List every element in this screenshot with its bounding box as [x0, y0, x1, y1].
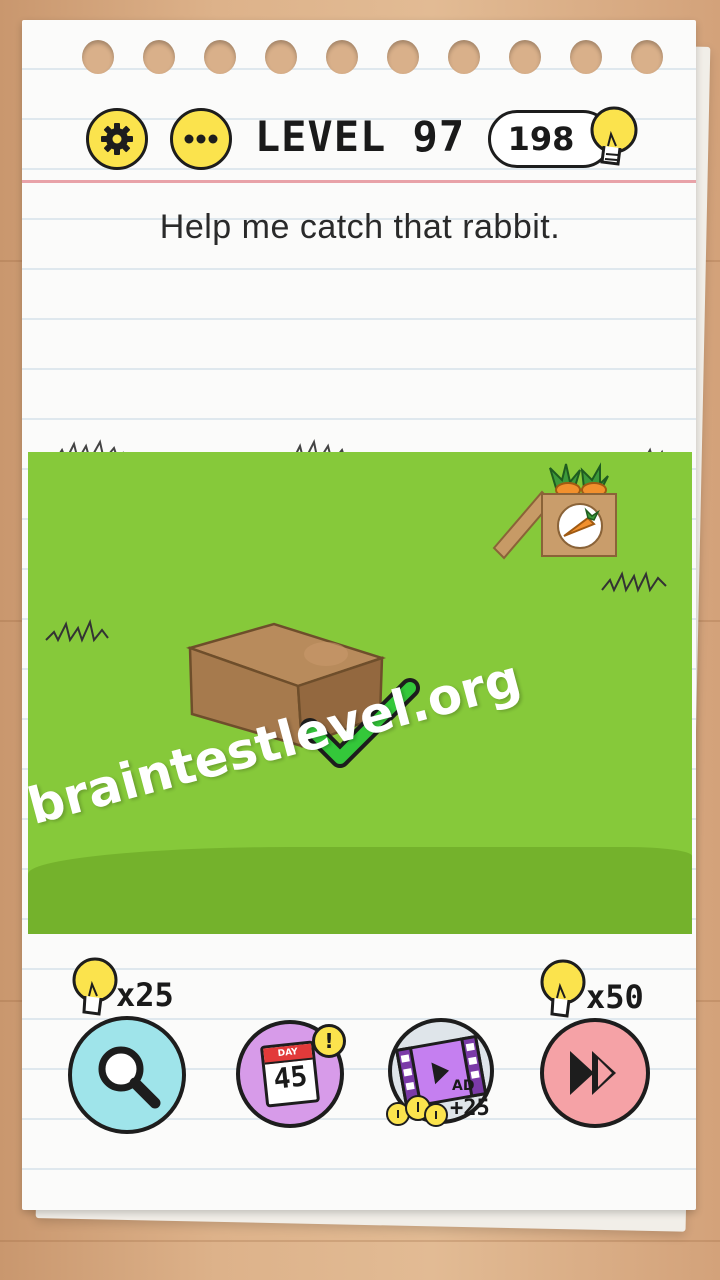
settings-button[interactable]	[86, 108, 148, 170]
fast-forward-icon	[570, 1051, 616, 1095]
question-text: Help me catch that rabbit.	[159, 208, 561, 246]
paper-margin-line	[22, 180, 696, 183]
level-title: LEVEL 97	[254, 112, 466, 161]
carrot-box[interactable]	[490, 462, 620, 562]
ad-label: AD	[452, 1078, 475, 1094]
skip-cost: x50	[586, 978, 644, 1016]
grass-tuft	[45, 618, 109, 643]
magnifier-icon	[98, 1046, 161, 1109]
field-foreground	[28, 847, 692, 934]
more-options-button[interactable]	[170, 108, 232, 170]
gear-icon	[101, 123, 133, 155]
hint-search-button[interactable]	[68, 1016, 186, 1134]
carrot-leaves-icon	[549, 462, 609, 498]
hint-cost: x25	[116, 976, 174, 1014]
calendar-day-number: 45	[271, 1059, 309, 1096]
ad-reward: +25	[450, 1096, 490, 1121]
lightbulb-icon	[540, 959, 586, 1018]
alert-badge: !	[312, 1024, 346, 1058]
calendar-icon: DAY 45	[259, 1040, 321, 1108]
ellipsis-icon	[184, 134, 218, 144]
hints-count: 198	[507, 120, 575, 158]
lightbulb-icon	[72, 957, 118, 1016]
skip-level-button[interactable]	[540, 1018, 650, 1128]
lightbulb-icon	[590, 106, 638, 166]
grass-tuft	[601, 571, 667, 593]
bulb-cluster-icon	[386, 1095, 448, 1127]
